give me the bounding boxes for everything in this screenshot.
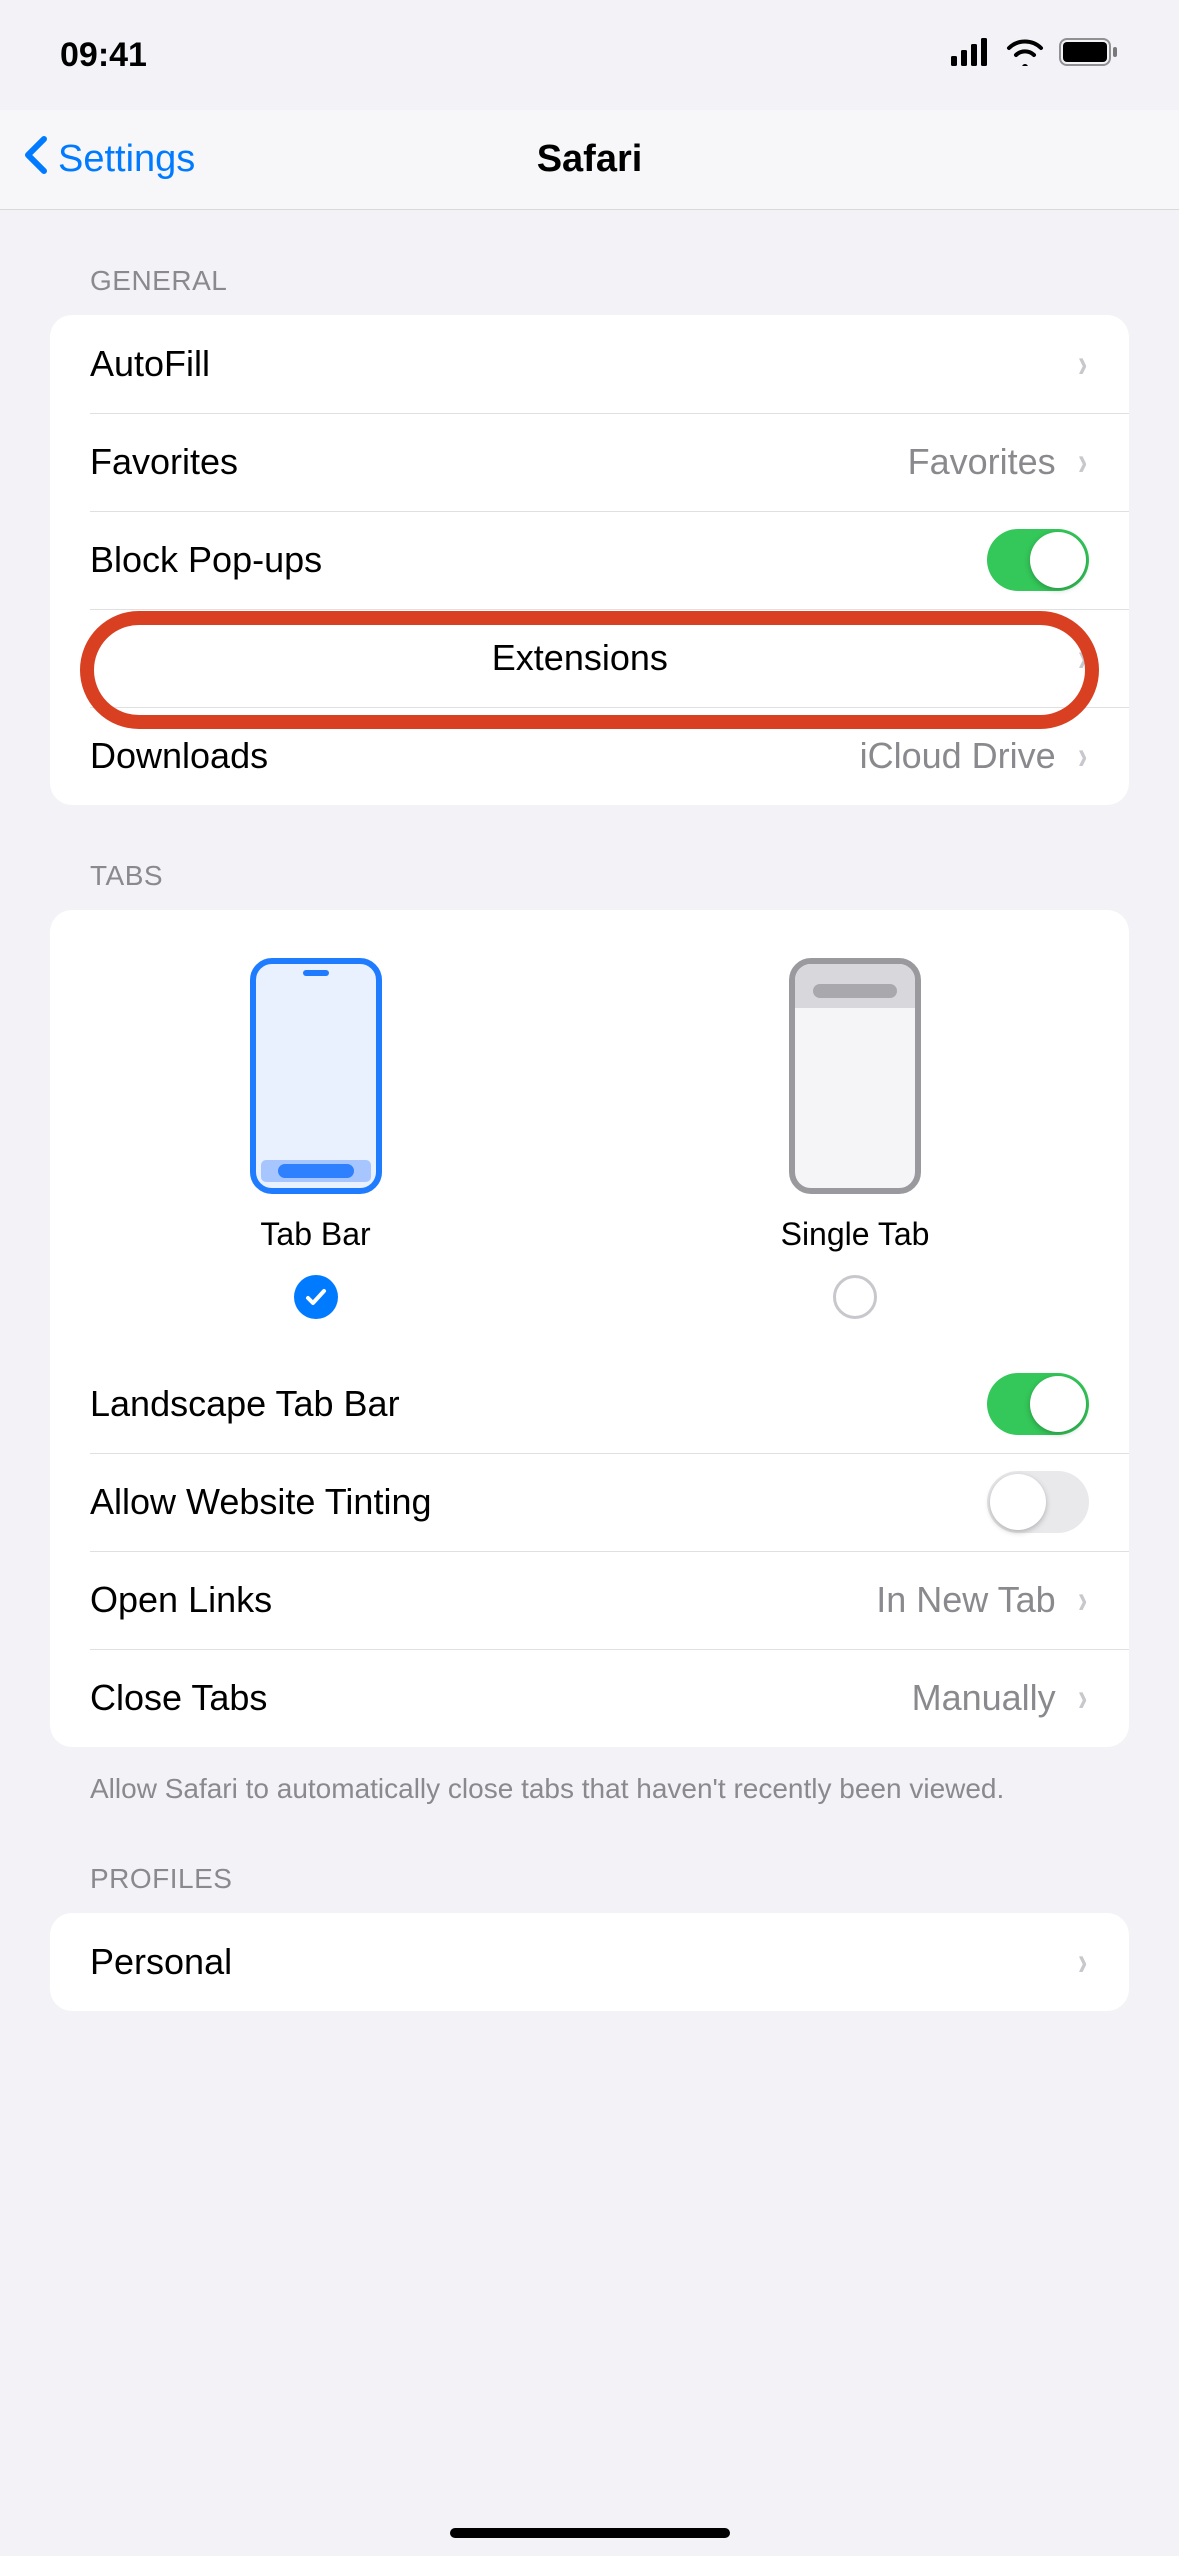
chevron-right-icon: › (1078, 636, 1087, 681)
chevron-right-icon: › (1078, 1940, 1087, 1985)
chevron-right-icon: › (1078, 1578, 1087, 1623)
radio-checked-icon (294, 1275, 338, 1319)
group-profiles: Personal › (50, 1913, 1129, 2011)
row-label: Extensions (492, 637, 668, 679)
chevron-right-icon: › (1078, 440, 1087, 485)
row-value: Favorites (908, 441, 1056, 483)
row-open-links[interactable]: Open Links In New Tab › (50, 1551, 1129, 1649)
section-header-tabs: TABS (50, 805, 1129, 910)
status-bar: 09:41 (0, 0, 1179, 110)
tab-option-tab-bar[interactable]: Tab Bar (250, 958, 382, 1319)
back-button[interactable]: Settings (0, 135, 195, 185)
status-right (951, 36, 1119, 75)
row-autofill[interactable]: AutoFill › (50, 315, 1129, 413)
tab-option-label: Single Tab (781, 1216, 930, 1253)
back-label: Settings (58, 138, 195, 181)
nav-bar: Settings Safari (0, 110, 1179, 210)
row-landscape-tab-bar: Landscape Tab Bar (50, 1355, 1129, 1453)
row-block-popups: Block Pop-ups (50, 511, 1129, 609)
group-tabs: Tab Bar Single Tab Landscape Tab Bar All… (50, 910, 1129, 1747)
status-time: 09:41 (60, 36, 147, 75)
single-tab-preview-icon (789, 958, 921, 1194)
row-label: Personal (90, 1941, 232, 1983)
chevron-right-icon: › (1078, 734, 1087, 779)
wifi-icon (1005, 36, 1045, 75)
tab-layout-picker: Tab Bar Single Tab (50, 910, 1129, 1355)
section-header-general: GENERAL (50, 210, 1129, 315)
row-extensions[interactable]: Extensions › (50, 609, 1129, 707)
toggle-landscape-tab-bar[interactable] (987, 1373, 1089, 1435)
home-indicator[interactable] (450, 2528, 730, 2538)
row-website-tinting: Allow Website Tinting (50, 1453, 1129, 1551)
row-label: Close Tabs (90, 1677, 267, 1719)
row-label: Landscape Tab Bar (90, 1383, 400, 1425)
tab-option-label: Tab Bar (260, 1216, 370, 1253)
row-favorites[interactable]: Favorites Favorites › (50, 413, 1129, 511)
row-personal-profile[interactable]: Personal › (50, 1913, 1129, 2011)
group-general: AutoFill › Favorites Favorites › Block P… (50, 315, 1129, 805)
row-value: In New Tab (876, 1579, 1055, 1621)
row-value: iCloud Drive (860, 735, 1056, 777)
tab-option-single-tab[interactable]: Single Tab (781, 958, 930, 1319)
toggle-block-popups[interactable] (987, 529, 1089, 591)
row-label: Favorites (90, 441, 238, 483)
section-header-profiles: PROFILES (50, 1808, 1129, 1913)
row-label: Downloads (90, 735, 268, 777)
battery-icon (1059, 36, 1119, 75)
cellular-icon (951, 36, 991, 75)
chevron-left-icon (22, 135, 48, 185)
radio-unchecked-icon (833, 1275, 877, 1319)
row-label: Allow Website Tinting (90, 1481, 432, 1523)
row-downloads[interactable]: Downloads iCloud Drive › (50, 707, 1129, 805)
chevron-right-icon: › (1078, 1676, 1087, 1721)
section-footer-tabs: Allow Safari to automatically close tabs… (50, 1747, 1129, 1808)
row-value: Manually (912, 1677, 1056, 1719)
tab-bar-preview-icon (250, 958, 382, 1194)
chevron-right-icon: › (1078, 342, 1087, 387)
row-label: Block Pop-ups (90, 539, 322, 581)
row-close-tabs[interactable]: Close Tabs Manually › (50, 1649, 1129, 1747)
toggle-website-tinting[interactable] (987, 1471, 1089, 1533)
row-label: Open Links (90, 1579, 272, 1621)
row-label: AutoFill (90, 343, 210, 385)
